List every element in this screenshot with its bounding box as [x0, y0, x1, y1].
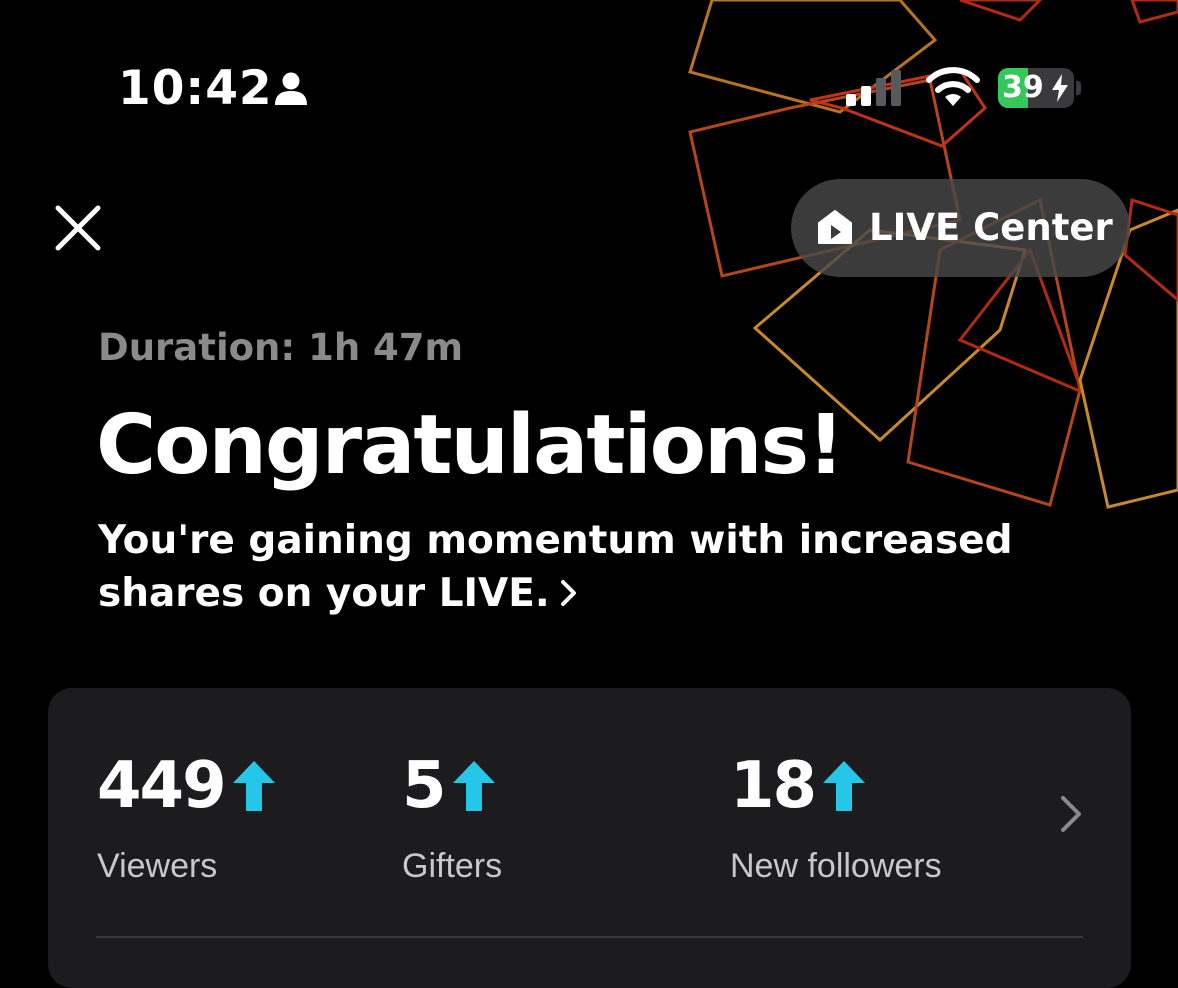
live-duration: Duration: 1h 47m	[98, 326, 464, 369]
stat-value: 449	[97, 749, 227, 823]
person-icon	[275, 72, 307, 105]
chevron-right-icon	[560, 580, 576, 606]
divider	[96, 936, 1083, 938]
battery-cap	[1076, 81, 1081, 95]
stats-card[interactable]: 449 Viewers 5 Gifters 18 New followers	[48, 688, 1131, 988]
momentum-insight-text: You're gaining momentum with increased s…	[98, 518, 1013, 616]
status-time: 10:42	[118, 61, 273, 116]
battery-level: 39	[1002, 70, 1044, 105]
live-center-label: LIVE Center	[869, 206, 1113, 249]
stat-value: 5	[402, 749, 447, 823]
stat-label: New followers	[730, 847, 942, 885]
arrow-up-icon	[823, 761, 866, 811]
wifi-icon	[926, 67, 980, 106]
stat-label: Gifters	[402, 847, 503, 885]
stat-value: 18	[730, 749, 817, 823]
arrow-up-icon	[452, 761, 495, 811]
cellular-signal-icon	[846, 70, 901, 106]
battery-body: 39	[998, 68, 1074, 108]
battery-indicator: 39	[998, 68, 1082, 108]
house-icon	[818, 210, 852, 244]
momentum-insight-link[interactable]: You're gaining momentum with increased s…	[98, 514, 1018, 620]
close-button[interactable]	[50, 200, 106, 256]
charging-bolt-icon	[1052, 74, 1068, 102]
close-icon	[55, 205, 101, 251]
arrow-up-icon	[232, 761, 275, 811]
page-title: Congratulations!	[96, 398, 845, 493]
live-center-button[interactable]: LIVE Center	[791, 179, 1130, 277]
stat-label: Viewers	[97, 847, 218, 885]
chevron-right-icon[interactable]	[1058, 794, 1084, 834]
